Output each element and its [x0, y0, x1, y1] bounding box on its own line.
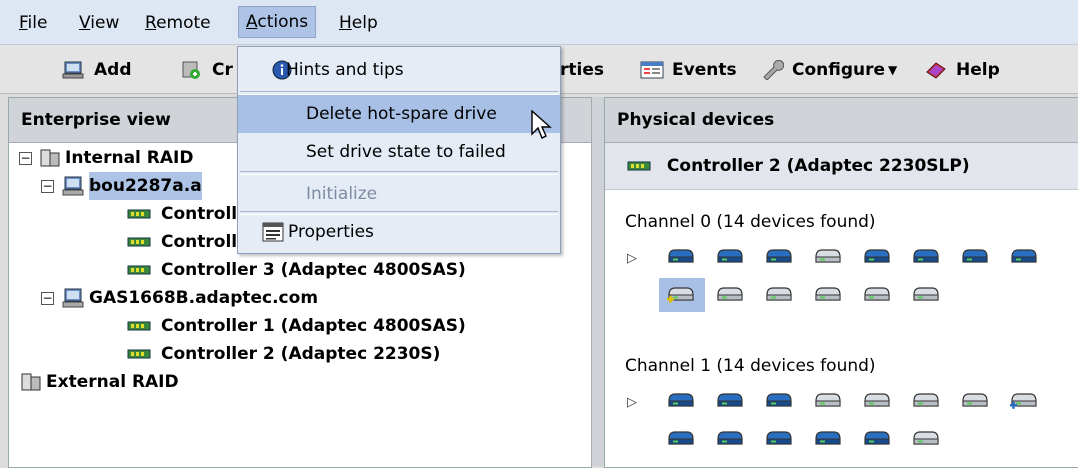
- drive-icon[interactable]: [912, 392, 940, 410]
- pane-splitter[interactable]: [591, 97, 605, 466]
- physical-devices-title: Physical devices: [605, 98, 1078, 143]
- server-icon: [62, 176, 84, 196]
- tree-controller-3[interactable]: Controller 3 (Adaptec 4800SAS): [19, 256, 466, 284]
- drive-icon[interactable]: [961, 248, 989, 266]
- drive-icon[interactable]: [1010, 248, 1038, 266]
- drive-icon[interactable]: [912, 286, 940, 304]
- menu-actions[interactable]: Actions: [238, 6, 317, 38]
- events-button[interactable]: Events: [640, 58, 737, 82]
- drive-icon[interactable]: [863, 248, 891, 266]
- configure-button[interactable]: Configure ▼: [760, 58, 897, 82]
- drive-icon[interactable]: [863, 430, 891, 448]
- channel-0-label: Channel 0 (14 devices found): [625, 212, 876, 232]
- drive-icon[interactable]: [814, 286, 842, 304]
- tree-gas-controller-1[interactable]: Controller 1 (Adaptec 4800SAS): [19, 312, 466, 340]
- events-icon: [640, 61, 664, 79]
- drive-icon[interactable]: [961, 392, 989, 410]
- channel-1-label: Channel 1 (14 devices found): [625, 356, 876, 376]
- hot-spare-drive-icon[interactable]: [659, 278, 705, 312]
- controller-icon: [127, 237, 151, 247]
- create-button[interactable]: Cr: [180, 58, 233, 82]
- drive-icon[interactable]: [814, 392, 842, 410]
- controller-header: Controller 2 (Adaptec 2230SLP): [605, 143, 1078, 190]
- tree-gas-controller-2[interactable]: Controller 2 (Adaptec 2230S): [19, 340, 466, 368]
- menu-file[interactable]: File: [12, 8, 54, 38]
- physical-devices-pane: Physical devices Controller 2 (Adaptec 2…: [604, 97, 1078, 468]
- server-icon: [62, 288, 84, 308]
- drive-icon[interactable]: [667, 392, 695, 410]
- menu-item-hints-and-tips[interactable]: Hints and tips: [238, 51, 560, 89]
- drive-icon[interactable]: [1010, 392, 1038, 410]
- drive-icon[interactable]: [912, 248, 940, 266]
- menu-item-delete-hot-spare[interactable]: Delete hot-spare drive: [238, 95, 560, 133]
- controller-icon: [627, 161, 651, 171]
- drive-icon[interactable]: [814, 248, 842, 266]
- help-button[interactable]: Help: [924, 58, 1000, 82]
- properties-icon: [262, 222, 284, 242]
- tree-external-raid[interactable]: External RAID: [19, 368, 466, 396]
- controller-icon: [127, 265, 151, 275]
- controller-icon: [127, 321, 151, 331]
- expand-channel-1-icon[interactable]: ▷: [627, 395, 637, 410]
- add-button[interactable]: Add: [62, 58, 132, 82]
- tree-server-gas1668b[interactable]: − GAS1668B.adaptec.com: [19, 284, 466, 312]
- drive-icon[interactable]: [765, 392, 793, 410]
- controller-icon: [127, 349, 151, 359]
- drive-icon[interactable]: [716, 392, 744, 410]
- drive-icon[interactable]: [863, 392, 891, 410]
- drive-icon[interactable]: [863, 286, 891, 304]
- drive-icon[interactable]: [912, 430, 940, 448]
- menu-item-properties[interactable]: Properties: [238, 213, 560, 251]
- configure-dropdown-arrow-icon: ▼: [888, 63, 898, 77]
- wrench-icon: [763, 60, 784, 80]
- menu-item-initialize[interactable]: Initialize: [238, 175, 560, 213]
- drive-icon[interactable]: [814, 430, 842, 448]
- drive-icon[interactable]: [716, 430, 744, 448]
- raid-group-icon: [21, 373, 41, 391]
- help-book-icon: [926, 62, 946, 79]
- menu-bar: File View Remote Actions Help: [0, 0, 1078, 45]
- expand-channel-0-icon[interactable]: ▷: [627, 251, 637, 266]
- drive-icon[interactable]: [667, 430, 695, 448]
- drive-icon[interactable]: [765, 248, 793, 266]
- menu-view[interactable]: View: [72, 8, 126, 38]
- drive-icon[interactable]: [667, 248, 695, 266]
- drive-icon[interactable]: [765, 430, 793, 448]
- collapse-icon[interactable]: −: [41, 291, 54, 305]
- controller-icon: [127, 209, 151, 219]
- menu-remote[interactable]: Remote: [138, 8, 218, 38]
- drive-icon[interactable]: [716, 248, 744, 266]
- mouse-pointer-icon: [531, 110, 552, 139]
- properties-button[interactable]: rties: [560, 58, 604, 82]
- actions-menu: Hints and tips Delete hot-spare drive Se…: [237, 46, 561, 254]
- raid-group-icon: [40, 149, 60, 167]
- collapse-icon[interactable]: −: [19, 151, 32, 165]
- drive-icon[interactable]: [716, 286, 744, 304]
- menu-item-set-drive-failed[interactable]: Set drive state to failed: [238, 133, 560, 171]
- drive-icon[interactable]: [765, 286, 793, 304]
- menu-help[interactable]: Help: [332, 8, 385, 38]
- add-server-icon: [62, 61, 84, 79]
- collapse-icon[interactable]: −: [41, 179, 54, 193]
- create-icon: [182, 61, 200, 79]
